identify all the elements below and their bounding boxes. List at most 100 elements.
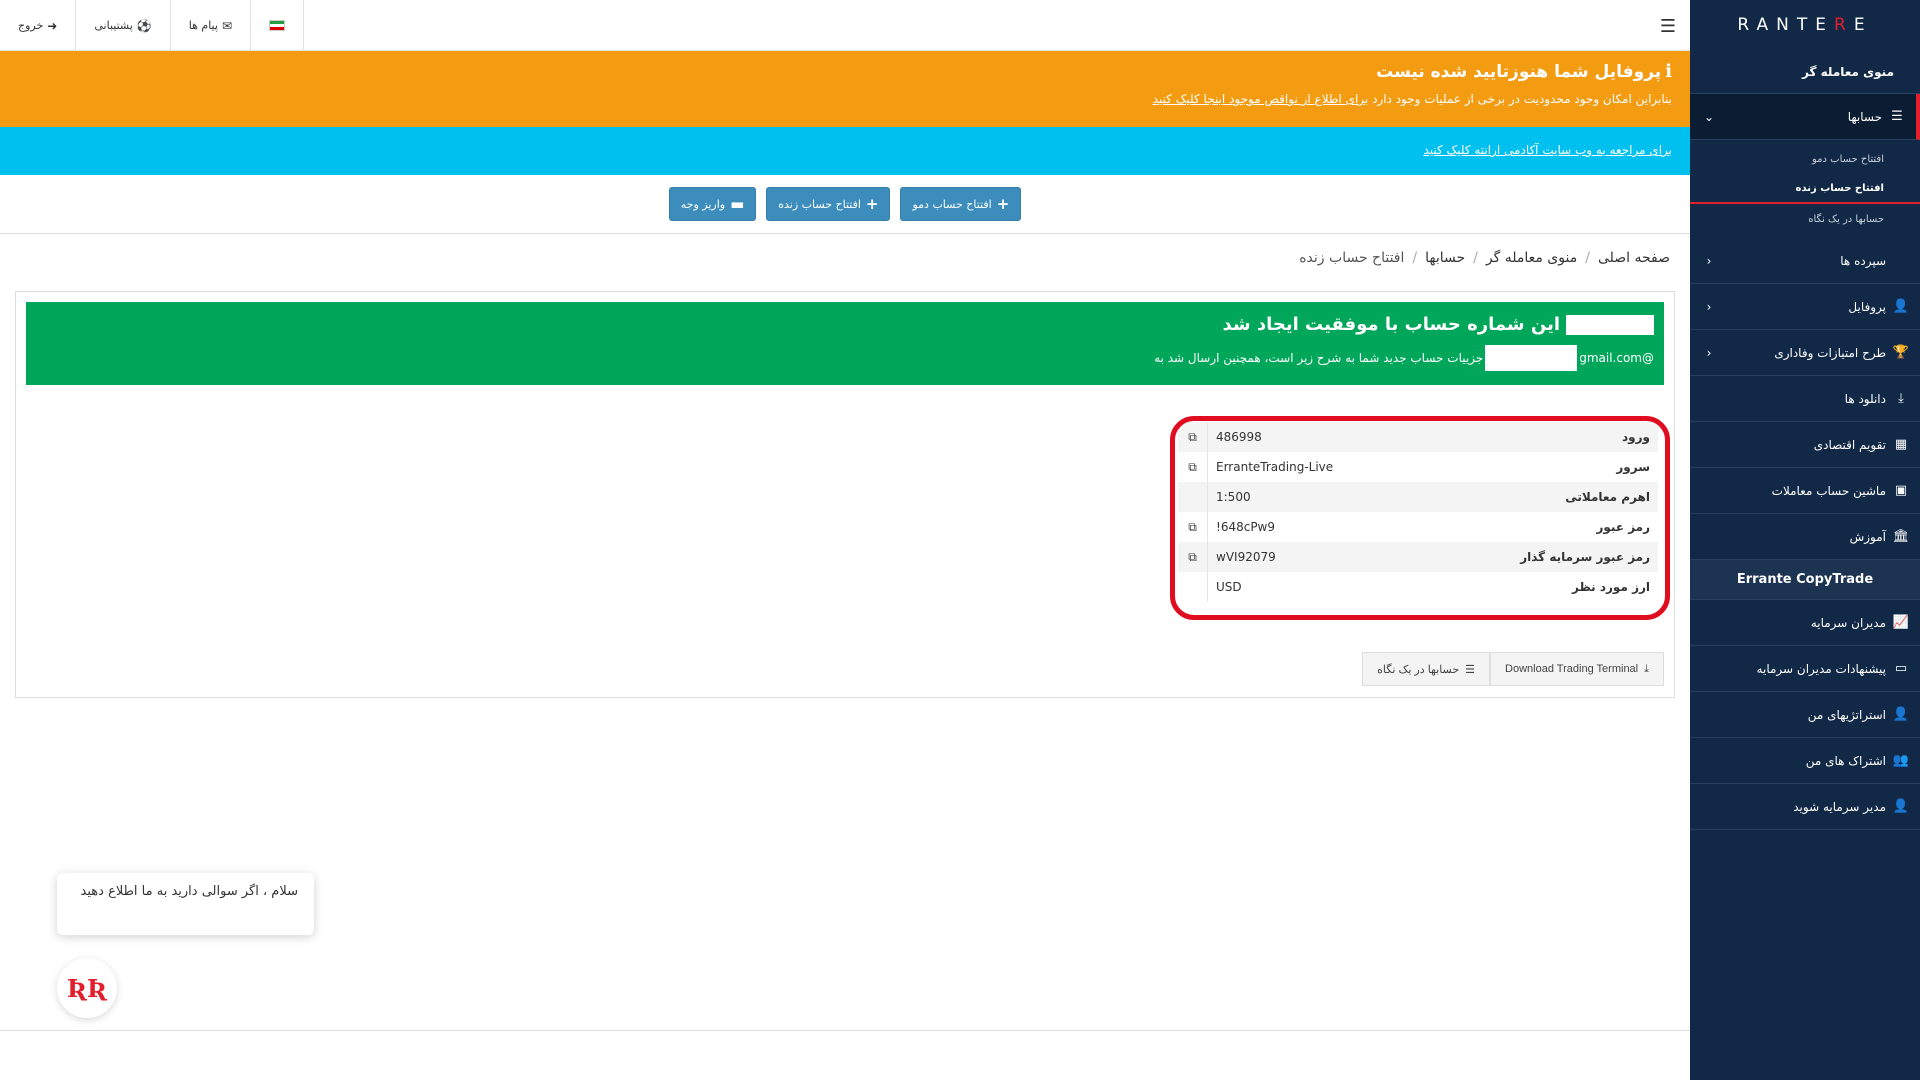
sidebar-item-label: ماشین حساب معاملات — [1771, 483, 1886, 498]
open-demo-account-button[interactable]: + افتتاح حساب دمو — [900, 187, 1022, 221]
copy-icon[interactable]: ⧉ — [1178, 422, 1208, 452]
sidebar-submenu: افتتاح حساب دمو افتتاح حساب زنده حسابها … — [1690, 140, 1920, 238]
sidebar-item-label: تقویم اقتصادی — [1813, 437, 1886, 452]
credit-card-icon: ▬ — [730, 195, 745, 213]
messages-link[interactable]: ✉ پیام ها — [171, 0, 251, 51]
breadcrumb-trader-menu[interactable]: منوی معامله گر — [1486, 250, 1577, 266]
download-icon: ⤓ — [1898, 391, 1904, 406]
top-links: ➜ خروج ⚽ پشتیبانی ✉ پیام ها — [0, 0, 304, 51]
support-label: پشتیبانی — [94, 19, 133, 32]
sidebar-item-my-subscriptions[interactable]: 👥 اشتراک های من — [1690, 738, 1920, 784]
sidebar-subitem-overview[interactable]: حسابها در یک نگاه — [1690, 204, 1920, 234]
chevron-left-icon: ‹ — [1706, 253, 1712, 268]
logo-part: R — [1834, 15, 1854, 35]
chat-launcher-icon[interactable]: ƦƦ — [57, 958, 117, 1018]
success-alert: این شماره حساب با موفقیت ایجاد شد @gmail… — [26, 302, 1664, 385]
detail-label: رمز عبور — [1596, 520, 1650, 534]
support-link[interactable]: ⚽ پشتیبانی — [76, 0, 171, 51]
chart-icon: 📈 — [1892, 615, 1910, 630]
breadcrumb-separator: / — [1412, 250, 1418, 266]
plus-icon: + — [865, 195, 879, 213]
sidebar-item-money-managers[interactable]: 📈 مدیران سرمایه — [1690, 600, 1920, 646]
user-plus-icon: 👤 — [1892, 799, 1910, 814]
button-label: حسابها در یک نگاه — [1377, 663, 1460, 676]
trophy-icon: 🏆 — [1892, 345, 1910, 360]
detail-label: رمز عبور سرمایه گذار — [1520, 550, 1650, 564]
sidebar-item-label: پروفایل — [1848, 299, 1886, 314]
sidebar-item-label: استراتژیهای من — [1807, 707, 1886, 722]
detail-label: ارز مورد نظر — [1572, 580, 1650, 594]
button-label: واریز وجه — [680, 197, 726, 211]
breadcrumb: صفحه اصلی / منوی معامله گر / حسابها / اف… — [1299, 250, 1670, 266]
detail-value: ErranteTrading-Live — [1216, 460, 1334, 474]
detail-value: 648cPw9! — [1216, 520, 1275, 534]
open-live-account-button[interactable]: + افتتاح حساب زنده — [766, 187, 891, 221]
calculator-icon: ▣ — [1894, 483, 1908, 498]
copy-icon[interactable]: ⧉ — [1178, 542, 1208, 572]
chat-message-text: سلام ، اگر سوالی دارید به ما اطلاع دهید — [80, 884, 298, 899]
breadcrumb-home[interactable]: صفحه اصلی — [1598, 250, 1670, 266]
detail-row-investor-password: رمز عبور سرمایه گذار wVI92079 ⧉ — [1178, 542, 1658, 572]
sidebar-subitem-demo[interactable]: افتتاح حساب دمو — [1690, 144, 1920, 174]
chevron-left-icon: ‹ — [1706, 345, 1712, 360]
deposit-button[interactable]: ▬ واریز وجه — [668, 187, 757, 221]
empty-cell — [1178, 572, 1208, 602]
sidebar-item-education[interactable]: 🏛 آموزش — [1690, 514, 1920, 560]
email-suffix: @gmail.com — [1579, 351, 1654, 365]
errante-logo[interactable]: E R RANTE — [1690, 0, 1920, 50]
user-icon: 👤 — [1892, 299, 1910, 314]
download-terminal-button[interactable]: ⤓ Download Trading Terminal — [1490, 652, 1664, 686]
detail-row-currency: ارز مورد نظر USD — [1178, 572, 1658, 602]
sidebar-item-become-manager[interactable]: 👤 مدیر سرمایه شوید — [1690, 784, 1920, 830]
sidebar-item-downloads[interactable]: ⤓ دانلود ها — [1690, 376, 1920, 422]
success-title: این شماره حساب با موفقیت ایجاد شد — [1222, 314, 1560, 335]
sidebar-item-profile[interactable]: 👤 پروفایل ‹ — [1690, 284, 1920, 330]
logout-label: خروج — [18, 19, 44, 32]
sidebar-item-calendar[interactable]: ▦ تقویم اقتصادی — [1690, 422, 1920, 468]
success-text: جزییات حساب جدید شما به شرح زیر است، همچ… — [1154, 351, 1484, 365]
button-label: افتتاح حساب دمو — [912, 197, 992, 211]
sign-out-icon: ➜ — [47, 18, 58, 33]
redacted-account-number — [1566, 314, 1654, 335]
bank-icon: 🏛 — [1892, 529, 1910, 544]
accounts-overview-button[interactable]: ☰ حسابها در یک نگاه — [1362, 652, 1491, 686]
detail-value: 1:500 — [1216, 490, 1251, 504]
iran-flag-icon — [269, 20, 285, 31]
sidebar-item-label: طرح امتیازات وفاداری — [1774, 345, 1886, 360]
users-icon: 👥 — [1892, 753, 1910, 768]
empty-cell — [1178, 482, 1208, 512]
calendar-icon: ▦ — [1894, 437, 1908, 452]
sidebar-item-calculator[interactable]: ▣ ماشین حساب معاملات — [1690, 468, 1920, 514]
profile-deficiencies-link[interactable]: برای اطلاع از نواقص موجود اینجا کلیک کنی… — [1153, 92, 1369, 106]
breadcrumb-accounts[interactable]: حسابها — [1425, 250, 1465, 266]
breadcrumb-current: افتتاح حساب زنده — [1299, 250, 1405, 266]
copy-icon[interactable]: ⧉ — [1178, 452, 1208, 482]
sidebar-item-label: مدیر سرمایه شوید — [1793, 799, 1886, 814]
logo-part: RANTE — [1737, 15, 1835, 35]
academy-link[interactable]: برای مراجعه به وب سایت آکادمی ارانته کلی… — [1423, 143, 1672, 157]
detail-value: USD — [1216, 580, 1242, 594]
sidebar-item-label: آموزش — [1849, 529, 1886, 544]
copytrade-section-title: Errante CopyTrade — [1690, 560, 1920, 600]
sidebar-subitem-live[interactable]: افتتاح حساب زنده — [1690, 174, 1920, 204]
hamburger-menu-icon[interactable]: ☰ — [1660, 16, 1676, 37]
chat-message-bubble[interactable]: سلام ، اگر سوالی دارید به ما اطلاع دهید — [57, 873, 314, 935]
list-icon: ☰ — [1465, 663, 1476, 676]
sidebar-item-manager-offers[interactable]: ▭ پیشنهادات مدیران سرمایه — [1690, 646, 1920, 692]
profile-warning-text: بنابراین امکان وجود محدودیت در برخی از ع… — [1368, 92, 1672, 106]
sidebar-item-accounts[interactable]: ☰ حسابها ⌄ — [1690, 94, 1920, 140]
academy-banner: برای مراجعه به وب سایت آکادمی ارانته کلی… — [0, 127, 1690, 175]
sidebar-item-label: حسابها — [1847, 109, 1882, 124]
sidebar-item-my-strategies[interactable]: 👤 استراتژیهای من — [1690, 692, 1920, 738]
redacted-email — [1485, 345, 1578, 371]
breadcrumb-separator: / — [1585, 250, 1590, 266]
sidebar-item-deposits[interactable]: سپرده ها ‹ — [1690, 238, 1920, 284]
chevron-down-icon: ⌄ — [1703, 109, 1715, 124]
logo-part: E — [1853, 15, 1873, 35]
detail-label: ورود — [1622, 430, 1650, 444]
sidebar-item-loyalty[interactable]: 🏆 طرح امتیازات وفاداری ‹ — [1690, 330, 1920, 376]
profile-warning-title: پروفایل شما هنوزتایید شده نیست — [1376, 61, 1662, 82]
logout-link[interactable]: ➜ خروج — [0, 0, 77, 51]
copy-icon[interactable]: ⧉ — [1178, 512, 1208, 542]
language-selector[interactable] — [251, 0, 304, 51]
